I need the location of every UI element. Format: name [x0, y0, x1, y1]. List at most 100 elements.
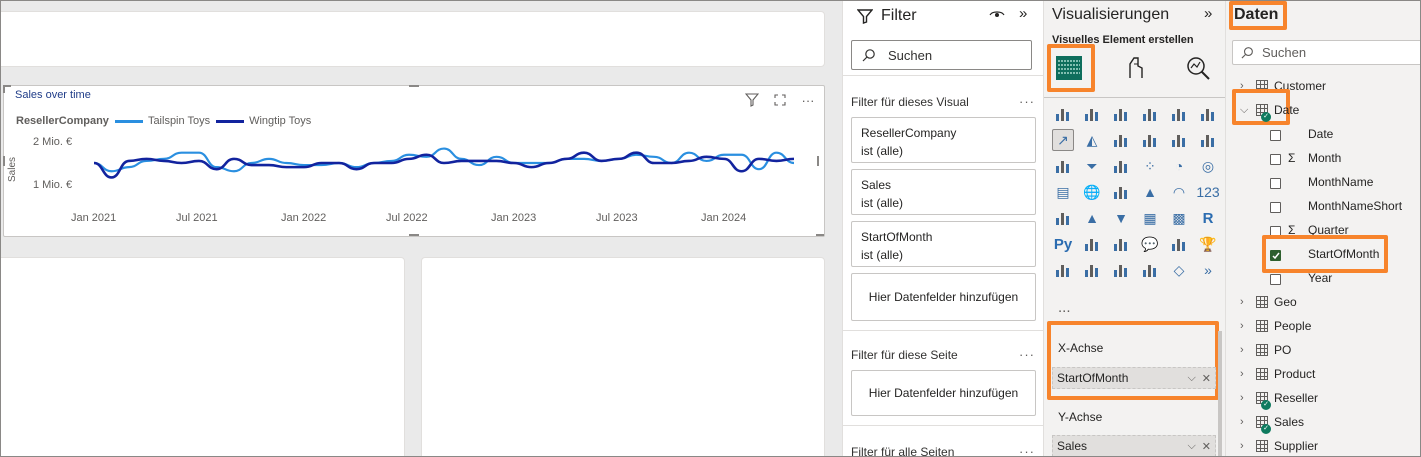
- slicer-icon[interactable]: ▼: [1110, 207, 1132, 229]
- line-icon[interactable]: ↗: [1052, 129, 1074, 151]
- table-icon[interactable]: ▦: [1139, 207, 1161, 229]
- line-stacked-column-icon[interactable]: [1139, 129, 1161, 151]
- stacked-bar-icon[interactable]: [1052, 103, 1074, 125]
- filter-card-resellercompany[interactable]: ResellerCompany ist (alle): [851, 117, 1036, 163]
- table-geo[interactable]: › Geo: [1240, 295, 1297, 309]
- scrollbar[interactable]: [1218, 331, 1222, 456]
- series-line-wingtip-toys[interactable]: [93, 151, 795, 179]
- area-icon[interactable]: ◭: [1081, 129, 1103, 151]
- r-script-icon[interactable]: R: [1197, 207, 1219, 229]
- new-card-icon[interactable]: [1139, 259, 1161, 281]
- empty-visual-bottom-right[interactable]: [421, 257, 825, 456]
- kpi-icon[interactable]: ▲: [1081, 207, 1103, 229]
- filled-map-icon[interactable]: [1110, 181, 1132, 203]
- card-icon[interactable]: 123: [1196, 181, 1219, 203]
- line-chart-visual[interactable]: Sales over time ··· ResellerCompany Tail…: [3, 85, 825, 237]
- field-checkbox[interactable]: [1270, 178, 1281, 189]
- chevron-down-icon[interactable]: ⌵: [1187, 440, 1195, 453]
- field-checkbox[interactable]: [1270, 130, 1281, 141]
- close-icon[interactable]: ✕: [1202, 440, 1211, 453]
- qa-icon[interactable]: 💬: [1139, 233, 1161, 255]
- clustered-column-icon[interactable]: [1139, 103, 1161, 125]
- chevron-right-icon[interactable]: ›: [1240, 368, 1252, 380]
- chevron-right-icon[interactable]: ›: [1240, 344, 1252, 356]
- eye-icon[interactable]: [989, 8, 1005, 25]
- stacked-column-icon[interactable]: [1081, 103, 1103, 125]
- y-axis-well[interactable]: Sales ⌵ ✕: [1052, 435, 1216, 456]
- close-icon[interactable]: ✕: [1202, 372, 1211, 385]
- more-options-icon[interactable]: ···: [1019, 444, 1035, 456]
- ribbon-icon[interactable]: [1197, 129, 1219, 151]
- resize-handle[interactable]: [3, 156, 5, 166]
- more-options-icon[interactable]: ···: [1019, 94, 1035, 109]
- field-checkbox[interactable]: [1270, 154, 1281, 165]
- format-visual-icon[interactable]: [1124, 56, 1148, 85]
- empty-visual-top[interactable]: [1, 11, 825, 67]
- key-influencers-icon[interactable]: [1081, 233, 1103, 255]
- matrix-icon[interactable]: ▩: [1168, 207, 1190, 229]
- empty-visual-bottom-left[interactable]: [1, 257, 405, 456]
- map-icon[interactable]: 🌐: [1081, 181, 1103, 203]
- stacked-area-icon[interactable]: [1110, 129, 1132, 151]
- diamond-icon[interactable]: ◇: [1168, 259, 1190, 281]
- resize-handle[interactable]: [817, 156, 819, 166]
- resize-handle[interactable]: [409, 85, 419, 87]
- filter-card-startofmonth[interactable]: StartOfMonth ist (alle): [851, 221, 1036, 267]
- filled-funnel-icon[interactable]: [1110, 155, 1132, 177]
- field-month[interactable]: Month: [1308, 151, 1341, 165]
- azure-map-icon[interactable]: ▲: [1139, 181, 1161, 203]
- 100-stacked-column-icon[interactable]: [1197, 103, 1219, 125]
- chevron-right-icon[interactable]: ›: [1240, 440, 1252, 452]
- more-options-icon[interactable]: ···: [1019, 347, 1035, 362]
- field-date[interactable]: Date: [1308, 127, 1333, 141]
- filter-card-sales[interactable]: Sales ist (alle): [851, 169, 1036, 215]
- resize-handle[interactable]: [816, 234, 824, 236]
- line-clustered-column-icon[interactable]: [1168, 129, 1190, 151]
- gauge-icon[interactable]: ◠: [1168, 181, 1190, 203]
- scatter-icon[interactable]: ⁘: [1139, 155, 1161, 177]
- smart-narrative-icon[interactable]: [1168, 233, 1190, 255]
- analytics-icon[interactable]: [1185, 55, 1211, 86]
- build-visual-icon[interactable]: [1055, 55, 1083, 86]
- collapse-pane-icon[interactable]: »: [1204, 5, 1212, 22]
- funnel-icon[interactable]: ⏷: [1081, 155, 1103, 177]
- paginated-icon[interactable]: [1052, 259, 1074, 281]
- field-checkbox[interactable]: [1270, 202, 1281, 213]
- goals-icon[interactable]: 🏆: [1197, 233, 1219, 255]
- power-automate-icon[interactable]: [1110, 259, 1132, 281]
- decomposition-tree-icon[interactable]: [1110, 233, 1132, 255]
- pie-icon[interactable]: ◔: [1168, 155, 1190, 177]
- power-apps-icon[interactable]: [1081, 259, 1103, 281]
- chevron-icon[interactable]: »: [1197, 259, 1219, 281]
- table-people[interactable]: › People: [1240, 319, 1311, 333]
- chevron-right-icon[interactable]: ›: [1240, 416, 1252, 428]
- python-icon[interactable]: Py: [1052, 233, 1074, 255]
- resize-handle[interactable]: [409, 234, 419, 236]
- table-supplier[interactable]: › Supplier: [1240, 439, 1318, 453]
- field-checkbox[interactable]: [1270, 274, 1281, 285]
- add-visual-filter-dropzone[interactable]: Hier Datenfelder hinzufügen: [851, 273, 1036, 321]
- more-visuals-icon[interactable]: ...: [1058, 299, 1071, 316]
- data-search-input[interactable]: Suchen: [1232, 40, 1420, 65]
- add-page-filter-dropzone[interactable]: Hier Datenfelder hinzufügen: [851, 370, 1036, 416]
- collapse-pane-icon[interactable]: »: [1019, 5, 1027, 22]
- x-axis-well[interactable]: StartOfMonth ⌵ ✕: [1052, 367, 1216, 389]
- chevron-right-icon[interactable]: ›: [1240, 296, 1252, 308]
- table-po[interactable]: › PO: [1240, 343, 1291, 357]
- chevron-right-icon[interactable]: ›: [1240, 392, 1252, 404]
- table-reseller[interactable]: › Reseller: [1240, 391, 1318, 405]
- 100-stacked-bar-icon[interactable]: [1168, 103, 1190, 125]
- chevron-down-icon[interactable]: ⌵: [1187, 372, 1195, 385]
- table-product[interactable]: › Product: [1240, 367, 1315, 381]
- resize-handle[interactable]: [3, 85, 5, 93]
- table-sales[interactable]: › Sales: [1240, 415, 1304, 429]
- chevron-down-icon[interactable]: ⌵: [1240, 104, 1252, 117]
- field-monthname[interactable]: MonthName: [1308, 175, 1373, 189]
- multi-row-card-icon[interactable]: [1052, 207, 1074, 229]
- field-year[interactable]: Year: [1308, 271, 1332, 285]
- chevron-right-icon[interactable]: ›: [1240, 320, 1252, 332]
- donut-icon[interactable]: ◎: [1197, 155, 1219, 177]
- waterfall-icon[interactable]: [1052, 155, 1074, 177]
- field-monthnameshort[interactable]: MonthNameShort: [1308, 199, 1402, 213]
- filter-search-input[interactable]: Suchen: [851, 40, 1032, 70]
